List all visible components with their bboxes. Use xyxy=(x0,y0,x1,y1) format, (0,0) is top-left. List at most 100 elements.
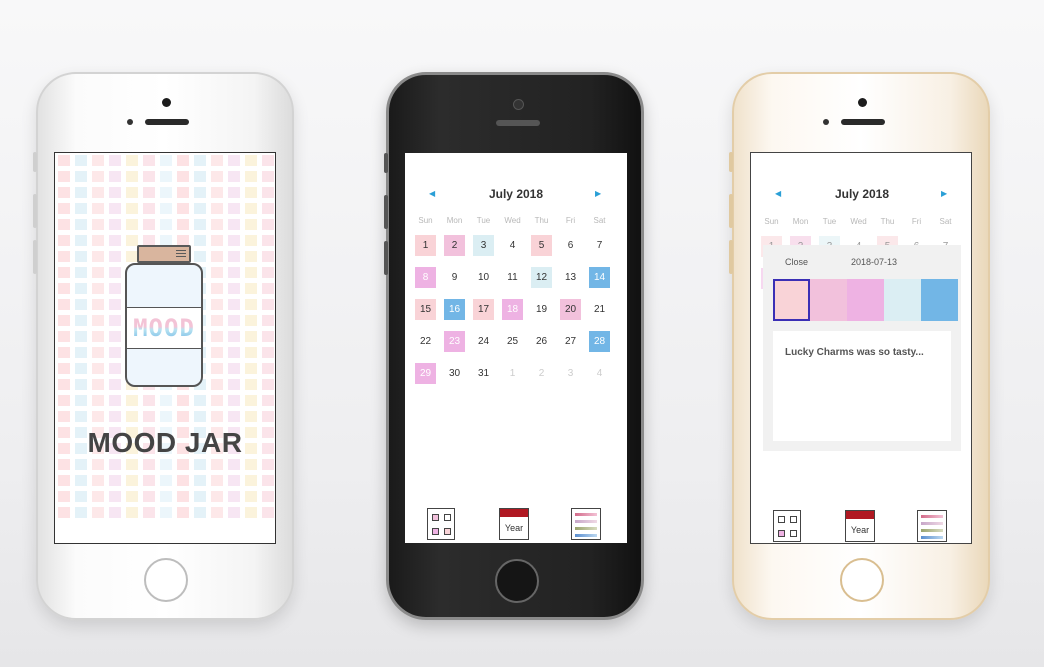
weekday-label: Wed xyxy=(504,216,521,225)
mood-swatch-3[interactable] xyxy=(847,279,884,321)
tab-month[interactable] xyxy=(773,510,801,542)
calendar-day[interactable]: 8 xyxy=(411,263,440,295)
background-tile xyxy=(58,219,70,230)
background-tile xyxy=(211,331,223,342)
background-tile xyxy=(262,459,274,470)
background-tile xyxy=(211,347,223,358)
background-tile xyxy=(92,219,104,230)
calendar-day[interactable]: 5 xyxy=(527,231,556,263)
mood-swatch-5[interactable] xyxy=(921,279,958,321)
weekday-label: Sat xyxy=(593,216,606,225)
calendar-day[interactable]: 13 xyxy=(556,263,585,295)
mood-swatch-2[interactable] xyxy=(810,279,847,321)
background-tile xyxy=(228,459,240,470)
background-tile xyxy=(126,507,138,518)
background-tile xyxy=(58,507,70,518)
background-tile xyxy=(194,235,206,246)
calendar-day[interactable]: 31 xyxy=(469,359,498,391)
calendar-day[interactable]: 27 xyxy=(556,327,585,359)
close-button[interactable]: Close xyxy=(785,257,808,267)
background-tile xyxy=(228,411,240,422)
home-button[interactable] xyxy=(144,558,188,602)
calendar-day[interactable]: 19 xyxy=(527,295,556,327)
next-month-arrow-icon[interactable]: ▶ xyxy=(595,189,601,198)
background-tile xyxy=(194,395,206,406)
calendar-day[interactable]: 2 xyxy=(440,231,469,263)
background-tile xyxy=(126,155,138,166)
calendar-day[interactable]: 29 xyxy=(411,359,440,391)
tab-stats[interactable] xyxy=(917,510,947,542)
calendar-day[interactable]: 16 xyxy=(440,295,469,327)
calendar-day[interactable]: 26 xyxy=(527,327,556,359)
tab-year[interactable]: Year xyxy=(499,508,529,540)
calendar-day[interactable]: 9 xyxy=(440,263,469,295)
weekday-label: Tue xyxy=(476,216,491,225)
background-tile xyxy=(211,299,223,310)
calendar-day-number: 23 xyxy=(444,331,465,352)
calendar-day-number: 15 xyxy=(415,299,436,320)
background-tile xyxy=(75,331,87,342)
calendar-day[interactable]: 22 xyxy=(411,327,440,359)
background-tile xyxy=(177,459,189,470)
tab-year[interactable]: Year xyxy=(845,510,875,542)
calendar-day[interactable]: 10 xyxy=(469,263,498,295)
calendar-day[interactable]: 3 xyxy=(469,231,498,263)
calendar-day[interactable]: 15 xyxy=(411,295,440,327)
background-tile xyxy=(92,187,104,198)
home-button[interactable] xyxy=(840,558,884,602)
mood-swatch-1[interactable] xyxy=(773,279,810,321)
calendar-day[interactable]: 4 xyxy=(498,231,527,263)
calendar-day[interactable]: 7 xyxy=(585,231,614,263)
background-tile xyxy=(211,411,223,422)
calendar-day-number: 20 xyxy=(560,299,581,320)
calendar-day[interactable]: 6 xyxy=(556,231,585,263)
calendar-day-number: 4 xyxy=(596,368,603,379)
phone-black: ◀ July 2018 ▶ Sun Mon Tue Wed Thu Fri Sat 1234… xyxy=(384,72,644,620)
background-tile xyxy=(245,395,257,406)
background-tile xyxy=(58,459,70,470)
volume-up-button xyxy=(384,195,388,229)
tab-month[interactable] xyxy=(427,508,455,540)
calendar-day[interactable]: 18 xyxy=(498,295,527,327)
next-month-arrow-icon[interactable]: ▶ xyxy=(941,189,947,198)
calendar-day[interactable]: 17 xyxy=(469,295,498,327)
calendar-day[interactable]: 12 xyxy=(527,263,556,295)
background-tile xyxy=(262,251,274,262)
month-title: July 2018 xyxy=(834,187,890,201)
home-button[interactable] xyxy=(495,559,539,603)
background-tile xyxy=(194,491,206,502)
calendar-day[interactable]: 14 xyxy=(585,263,614,295)
background-tile xyxy=(211,379,223,390)
calendar-day-number: 13 xyxy=(564,272,577,283)
tab-stats[interactable] xyxy=(571,508,601,540)
background-tile xyxy=(92,171,104,182)
background-tile xyxy=(228,267,240,278)
calendar-day[interactable]: 25 xyxy=(498,327,527,359)
note-textarea[interactable]: Lucky Charms was so tasty... xyxy=(773,331,951,441)
background-tile xyxy=(109,475,121,486)
front-camera xyxy=(513,99,524,110)
background-tile xyxy=(109,251,121,262)
calendar-day[interactable]: 28 xyxy=(585,327,614,359)
background-tile xyxy=(177,171,189,182)
mood-swatch-4[interactable] xyxy=(884,279,921,321)
calendar-day-number: 25 xyxy=(506,336,519,347)
calendar-day[interactable]: 20 xyxy=(556,295,585,327)
background-tile xyxy=(92,251,104,262)
calendar-day[interactable]: 24 xyxy=(469,327,498,359)
calendar-day[interactable]: 23 xyxy=(440,327,469,359)
background-tile xyxy=(194,171,206,182)
calendar-day[interactable]: 21 xyxy=(585,295,614,327)
calendar-day[interactable]: 11 xyxy=(498,263,527,295)
background-tile xyxy=(109,315,121,326)
bottom-tab-bar: Year xyxy=(751,505,971,543)
background-tile xyxy=(228,187,240,198)
background-tile xyxy=(194,187,206,198)
calendar-day[interactable]: 30 xyxy=(440,359,469,391)
calendar-day-number: 17 xyxy=(473,299,494,320)
calendar-day-number: 3 xyxy=(473,235,494,256)
background-tile xyxy=(245,491,257,502)
calendar-day[interactable]: 1 xyxy=(411,231,440,263)
background-tile xyxy=(160,155,172,166)
background-tile xyxy=(211,283,223,294)
